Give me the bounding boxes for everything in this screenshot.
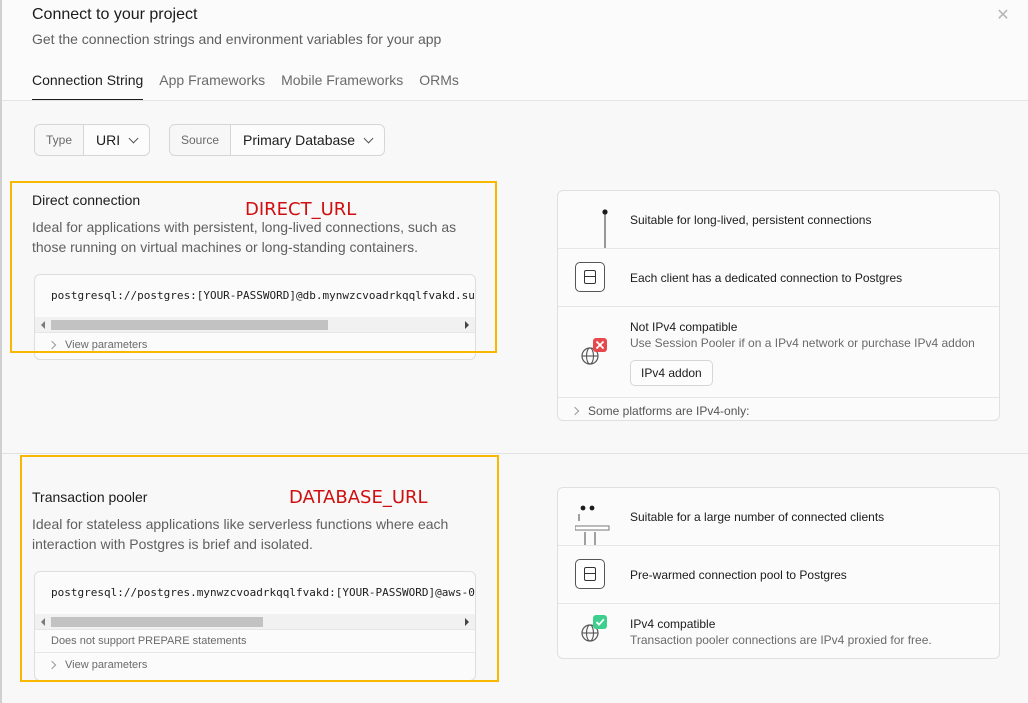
transaction-pooler-description: Ideal for stateless applications like se… xyxy=(32,516,449,552)
type-selector-value[interactable]: URI xyxy=(84,125,149,155)
source-selector-value[interactable]: Primary Database xyxy=(231,125,384,155)
direct-panel-row-ipv4: Not IPv4 compatible Use Session Pooler i… xyxy=(558,307,999,398)
type-selector-label: Type xyxy=(35,125,85,155)
prepare-statements-note: Does not support PREPARE statements xyxy=(35,629,475,652)
pooler-panel-row1-text: Suitable for a large number of connected… xyxy=(630,510,885,524)
pooler-panel-row-ipv4: IPv4 compatible Transaction pooler conne… xyxy=(558,604,999,660)
pooler-view-parameters[interactable]: View parameters xyxy=(35,652,475,677)
globe-compatible-icon xyxy=(578,612,612,651)
pooler-connection-string[interactable]: postgresql://postgres.mynwzcvoadrkqqlfva… xyxy=(35,572,475,614)
direct-panel-row-persistent: Suitable for long-lived, persistent conn… xyxy=(558,191,999,249)
scroll-right-icon[interactable] xyxy=(465,618,469,626)
direct-panel-row1-text: Suitable for long-lived, persistent conn… xyxy=(630,213,872,227)
transaction-pooler-title: Transaction pooler xyxy=(32,489,148,505)
direct-view-parameters[interactable]: View parameters xyxy=(35,332,475,357)
dialog-header: Connect to your project Get the connecti… xyxy=(2,0,1028,101)
close-icon[interactable]: ✕ xyxy=(994,7,1012,25)
pooler-codebox: postgresql://postgres.mynwzcvoadrkqqlfva… xyxy=(34,571,476,681)
direct-panel-row3-title: Not IPv4 compatible xyxy=(630,320,738,334)
section-divider xyxy=(2,453,1028,454)
tab-app-frameworks[interactable]: App Frameworks xyxy=(159,72,265,100)
pooler-scroll-thumb[interactable] xyxy=(51,617,263,627)
direct-connection-description: Ideal for applications with persistent, … xyxy=(32,219,457,255)
database-icon xyxy=(575,559,605,589)
tab-orms[interactable]: ORMs xyxy=(419,72,459,100)
chevron-right-icon xyxy=(47,660,57,670)
pooler-panel-row3-title: IPv4 compatible xyxy=(630,617,716,631)
direct-connection-codebox: postgresql://postgres:[YOUR-PASSWORD]@db… xyxy=(34,274,476,360)
dialog-title: Connect to your project xyxy=(32,6,198,23)
database-url-annotation: DATABASE_URL xyxy=(289,487,428,508)
view-parameters-label: View parameters xyxy=(65,339,148,351)
tab-mobile-frameworks[interactable]: Mobile Frameworks xyxy=(281,72,403,100)
chevron-right-icon xyxy=(47,340,57,350)
source-value-text: Primary Database xyxy=(243,132,356,148)
scroll-right-icon[interactable] xyxy=(465,321,469,329)
pooler-panel-row-clients: Suitable for a large number of connected… xyxy=(558,488,999,546)
single-connection-icon xyxy=(588,191,618,253)
tab-connection-string[interactable]: Connection String xyxy=(32,72,144,100)
direct-scroll-thumb[interactable] xyxy=(51,320,328,330)
globe-not-compatible-icon xyxy=(578,335,612,374)
direct-horizontal-scrollbar[interactable] xyxy=(35,317,475,332)
direct-connection-title: Direct connection xyxy=(32,192,141,208)
direct-panel-row3-subtext: Use Session Pooler if on a IPv4 network … xyxy=(630,336,975,350)
pooler-panel-row2-text: Pre-warmed connection pool to Postgres xyxy=(630,568,847,582)
ipv4-only-platforms-expander[interactable]: Some platforms are IPv4-only: xyxy=(558,398,999,424)
source-selector[interactable]: Source Primary Database xyxy=(169,124,386,156)
type-value-text: URI xyxy=(96,132,121,148)
view-parameters-label: View parameters xyxy=(65,659,148,671)
scroll-left-icon[interactable] xyxy=(41,321,45,329)
pooler-panel-row3-subtext: Transaction pooler connections are IPv4 … xyxy=(630,633,932,647)
dialog-subtitle: Get the connection strings and environme… xyxy=(32,31,442,47)
pooler-panel-row-prewarmed: Pre-warmed connection pool to Postgres xyxy=(558,546,999,604)
scroll-left-icon[interactable] xyxy=(41,618,45,626)
chevron-down-icon xyxy=(128,133,139,143)
multiple-clients-icon xyxy=(574,488,615,550)
direct-panel-row-dedicated: Each client has a dedicated connection t… xyxy=(558,249,999,307)
source-selector-label: Source xyxy=(170,125,232,155)
database-icon xyxy=(575,262,605,292)
pooler-info-panel: Suitable for a large number of connected… xyxy=(557,487,1000,659)
direct-connection-string[interactable]: postgresql://postgres:[YOUR-PASSWORD]@db… xyxy=(35,275,475,317)
pooler-horizontal-scrollbar[interactable] xyxy=(35,614,475,629)
tab-bar: Connection String App Frameworks Mobile … xyxy=(32,72,459,100)
ipv4-only-platforms-label: Some platforms are IPv4-only: xyxy=(588,404,750,418)
direct-info-panel: Suitable for long-lived, persistent conn… xyxy=(557,190,1000,421)
chevron-down-icon xyxy=(363,133,374,143)
type-selector[interactable]: Type URI xyxy=(34,124,151,156)
chevron-right-icon xyxy=(570,406,580,416)
direct-url-annotation: DIRECT_URL xyxy=(245,199,357,220)
direct-panel-row2-text: Each client has a dedicated connection t… xyxy=(630,271,903,285)
connect-dialog: Connect to your project Get the connecti… xyxy=(0,0,1028,703)
ipv4-addon-button[interactable]: IPv4 addon xyxy=(630,360,713,386)
